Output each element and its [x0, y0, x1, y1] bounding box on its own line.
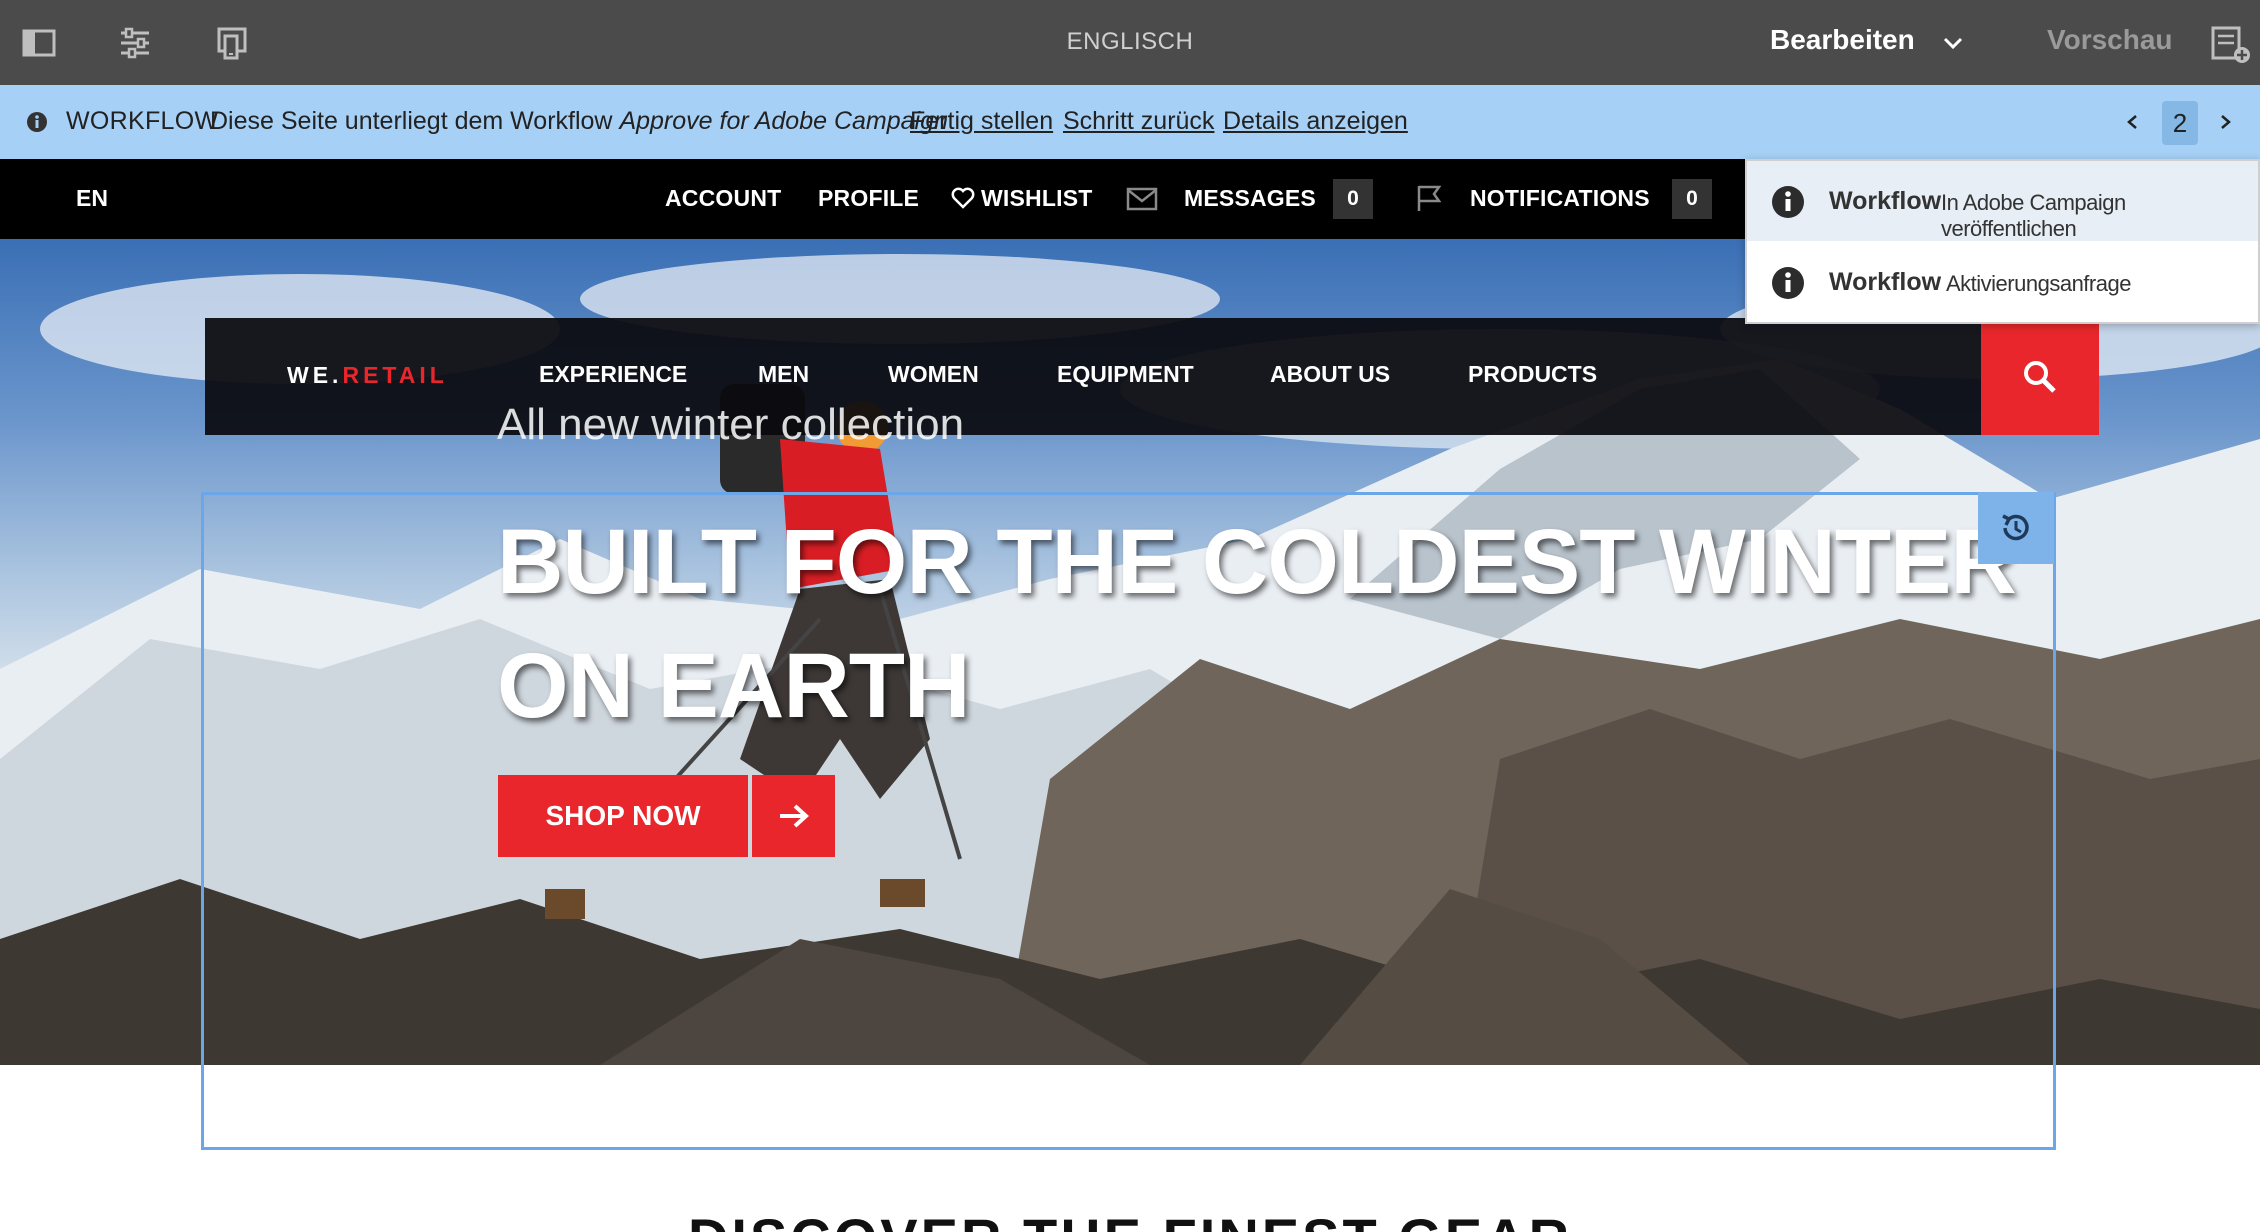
chevron-right-icon — [2221, 115, 2231, 129]
info-icon — [1772, 267, 1804, 299]
wishlist-link[interactable]: WISHLIST — [981, 185, 1092, 212]
workflow-item[interactable]: Workflow In Adobe Campaign veröffentlich… — [1747, 161, 2258, 241]
nav-women[interactable]: WOMEN — [888, 361, 979, 388]
notifications-count-badge: 0 — [1672, 179, 1712, 219]
section-title: DISCOVER THE FINEST GEAR — [0, 1206, 2260, 1232]
annotations-icon[interactable] — [2208, 22, 2252, 66]
status-label: WORKFLOW — [66, 107, 219, 135]
revert-button[interactable] — [1978, 492, 2054, 564]
site-language[interactable]: EN — [76, 185, 108, 212]
messages-link[interactable]: MESSAGES — [1184, 185, 1316, 212]
heart-icon — [951, 187, 975, 209]
preview-mode-button[interactable]: Vorschau — [2047, 24, 2173, 56]
messages-count-badge: 0 — [1333, 179, 1373, 219]
side-panel-button[interactable] — [14, 18, 64, 68]
view-details-link[interactable]: Details anzeigen — [1223, 107, 1408, 136]
workflow-item-title: Workflow — [1829, 268, 1942, 296]
next-status-button[interactable] — [2207, 103, 2243, 141]
emulator-button[interactable] — [207, 18, 257, 68]
main-navigation: WE.RETAIL EXPERIENCE MEN WOMEN EQUIPMENT… — [205, 318, 1981, 435]
envelope-icon — [1126, 187, 1158, 211]
profile-link[interactable]: PROFILE — [818, 185, 919, 212]
workflow-status-bar: WORKFLOW Diese Seite unterliegt dem Work… — [0, 85, 2260, 159]
we-retail-logo[interactable]: WE.RETAIL — [287, 362, 448, 389]
workflow-item-description: Aktivierungsanfrage — [1946, 271, 2131, 296]
nav-products[interactable]: PRODUCTS — [1468, 361, 1597, 388]
workflow-item-title: Workflow — [1829, 187, 1942, 215]
workflow-item[interactable]: Workflow Aktivierungsanfrage — [1747, 242, 2258, 322]
complete-link[interactable]: Fertig stellen — [910, 107, 1053, 136]
nav-men[interactable]: MEN — [758, 361, 809, 388]
search-button[interactable] — [1981, 318, 2099, 435]
chevron-down-icon[interactable] — [1940, 30, 1966, 56]
previous-status-button[interactable] — [2115, 103, 2151, 141]
flag-icon — [1417, 185, 1442, 211]
page-properties-button[interactable] — [110, 18, 160, 68]
status-message: Diese Seite unterliegt dem Workflow Appr… — [210, 107, 948, 136]
emulator-icon — [217, 27, 247, 60]
status-message-prefix: Diese Seite unterliegt dem Workflow — [210, 107, 613, 135]
account-link[interactable]: ACCOUNT — [665, 185, 781, 212]
notifications-link[interactable]: NOTIFICATIONS — [1470, 185, 1650, 212]
logo-suffix: RETAIL — [342, 362, 448, 388]
search-icon — [2024, 360, 2056, 393]
workflow-item-description: In Adobe Campaign veröffentlichen — [1941, 190, 2126, 241]
status-page-number[interactable]: 2 — [2162, 101, 2198, 145]
workflow-list-popover: Workflow In Adobe Campaign veröffentlich… — [1745, 159, 2260, 324]
chevron-left-icon — [2127, 115, 2137, 129]
step-back-link[interactable]: Schritt zurück — [1063, 107, 1214, 136]
page-language-label: ENGLISCH — [1066, 28, 1194, 55]
workflow-name: Approve for Adobe Campaign — [619, 107, 948, 135]
history-icon — [2002, 514, 2029, 541]
info-icon — [27, 112, 47, 132]
nav-experience[interactable]: EXPERIENCE — [539, 361, 687, 388]
side-panel-icon — [22, 29, 56, 57]
hero-kicker: All new winter collection — [497, 400, 965, 449]
nav-equipment[interactable]: EQUIPMENT — [1057, 361, 1194, 388]
editor-toolbar: ENGLISCH Bearbeiten Vorschau — [0, 0, 2260, 85]
component-selection-frame[interactable] — [201, 492, 2056, 1150]
page-properties-icon — [121, 27, 149, 59]
edit-mode-button[interactable]: Bearbeiten — [1770, 24, 1915, 56]
info-icon — [1772, 186, 1804, 218]
nav-about-us[interactable]: ABOUT US — [1270, 361, 1390, 388]
logo-prefix: WE. — [287, 362, 343, 388]
